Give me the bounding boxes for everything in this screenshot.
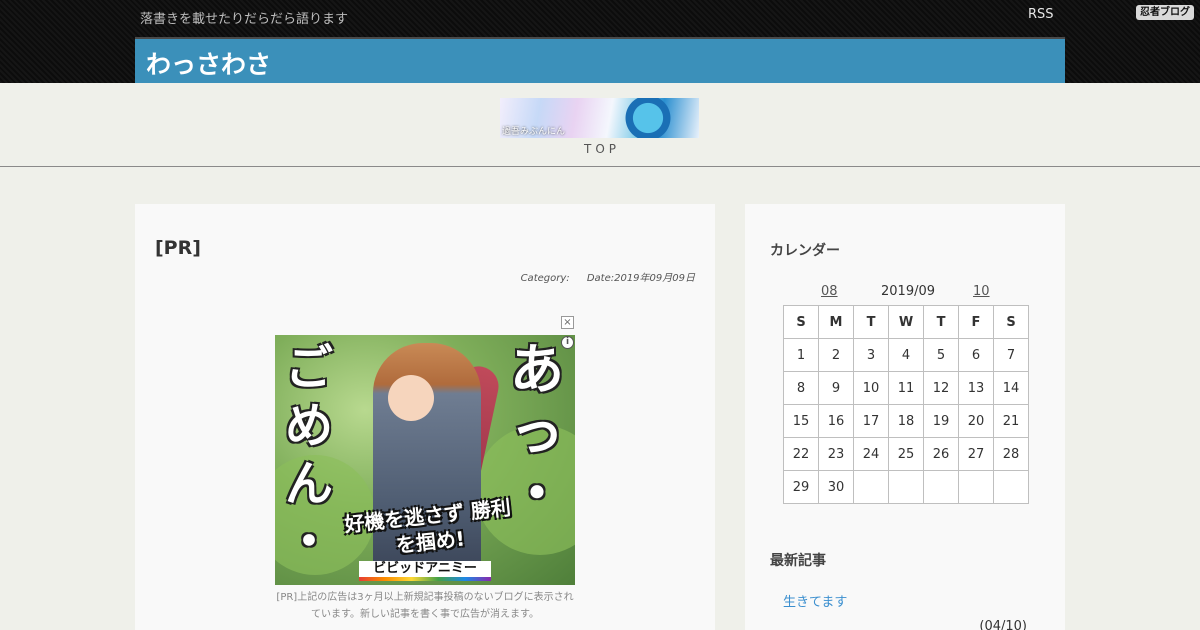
calendar-day: 27 [958, 437, 994, 471]
calendar-day: 24 [853, 437, 889, 471]
calendar-day: 3 [853, 338, 889, 372]
ad-notice: [PR]上記の広告は3ヶ月以上新規記事投稿のないブログに表示されています。新しい… [276, 592, 574, 620]
calendar-day: 14 [993, 371, 1029, 405]
ad-character-face [388, 375, 434, 421]
calendar-day: 12 [923, 371, 959, 405]
calendar-day: 28 [993, 437, 1029, 471]
calendar-week-row: 8 9 10 11 12 13 14 [783, 371, 1029, 405]
banner-overlay-text: 過吾みぶんにん [502, 127, 566, 137]
calendar-day: 21 [993, 404, 1029, 438]
calendar-table: S M T W T F S 1 2 3 4 5 6 7 8 9 10 11 12… [783, 305, 1029, 504]
ad-brand-logo: ビビッドアニミー [359, 561, 491, 581]
calendar-weekday: W [888, 305, 924, 339]
calendar-day: 20 [958, 404, 994, 438]
sidebar: カレンダー 08 2019/09 10 S M T W T F S 1 2 3 … [745, 204, 1065, 630]
calendar-weekday: S [993, 305, 1029, 339]
calendar-day: 29 [783, 470, 819, 504]
calendar-weekday: T [923, 305, 959, 339]
site-tagline: 落書きを載せたりだらだら語ります [140, 12, 349, 27]
calendar-day [958, 470, 994, 504]
header-divider [0, 166, 1200, 167]
calendar-day: 22 [783, 437, 819, 471]
calendar-day: 2 [818, 338, 854, 372]
ad-banner[interactable]: ご め ん ・ あ っ ・ 好機を逃さず 勝利を掴め! ビビッドアニミー [275, 335, 575, 585]
calendar-day: 25 [888, 437, 924, 471]
calendar-day: 11 [888, 371, 924, 405]
calendar-weekday: S [783, 305, 819, 339]
calendar-day [853, 470, 889, 504]
title-bar: わっさわさ [135, 37, 1065, 83]
calendar-day: 4 [888, 338, 924, 372]
calendar-day: 9 [818, 371, 854, 405]
entry-title: [PR] [155, 237, 201, 259]
entry-meta: Category: Date:2019年09月09日 [521, 269, 695, 284]
latest-post-link[interactable]: 生きてます [783, 591, 847, 610]
calendar-weekday: M [818, 305, 854, 339]
calendar-next-link[interactable]: 10 [973, 284, 990, 299]
calendar-day: 19 [923, 404, 959, 438]
calendar-day: 7 [993, 338, 1029, 372]
calendar-day [923, 470, 959, 504]
calendar-day: 13 [958, 371, 994, 405]
ad-headline-left: ご め ん ・ [285, 340, 334, 570]
calendar-day: 23 [818, 437, 854, 471]
calendar-day: 18 [888, 404, 924, 438]
calendar-heading: カレンダー [770, 243, 840, 259]
rss-link[interactable]: RSS [1028, 7, 1054, 22]
latest-post-date: (04/10) [979, 619, 1027, 630]
site-title[interactable]: わっさわさ [146, 45, 271, 81]
calendar-day: 15 [783, 404, 819, 438]
calendar-day [993, 470, 1029, 504]
calendar-day: 16 [818, 404, 854, 438]
calendar-week-row: 22 23 24 25 26 27 28 [783, 437, 1029, 471]
ad-info-icon[interactable]: i [561, 336, 574, 349]
calendar-weekday: T [853, 305, 889, 339]
site-header: 落書きを載せたりだらだら語ります RSS 忍者ブログ わっさわさ [0, 0, 1200, 83]
entry-panel: [PR] Category: Date:2019年09月09日 × ご め ん … [135, 204, 715, 630]
calendar-day: 8 [783, 371, 819, 405]
header-banner-image[interactable]: 過吾みぶんにん [500, 98, 699, 138]
calendar-day: 30 [818, 470, 854, 504]
calendar-day [888, 470, 924, 504]
calendar-day: 26 [923, 437, 959, 471]
calendar-day: 1 [783, 338, 819, 372]
latest-posts-heading: 最新記事 [770, 553, 826, 569]
calendar-day: 5 [923, 338, 959, 372]
top-nav-link[interactable]: TOP [584, 142, 620, 156]
entry-date: Date:2019年09月09日 [586, 273, 695, 284]
calendar-week-row: 15 16 17 18 19 20 21 [783, 404, 1029, 438]
calendar-week-row: 29 30 [783, 470, 1029, 504]
ninja-blog-logo[interactable]: 忍者ブログ [1136, 5, 1194, 20]
calendar-day: 17 [853, 404, 889, 438]
ad-close-icon[interactable]: × [561, 316, 574, 329]
calendar-weekday-row: S M T W T F S [783, 305, 1029, 339]
calendar-weekday: F [958, 305, 994, 339]
calendar-week-row: 1 2 3 4 5 6 7 [783, 338, 1029, 372]
calendar-prev-link[interactable]: 08 [821, 284, 838, 299]
entry-category: Category: [520, 273, 570, 284]
calendar-current-month: 2019/09 [881, 284, 936, 299]
banner-artwork [620, 98, 690, 138]
calendar-day: 10 [853, 371, 889, 405]
calendar-day: 6 [958, 338, 994, 372]
